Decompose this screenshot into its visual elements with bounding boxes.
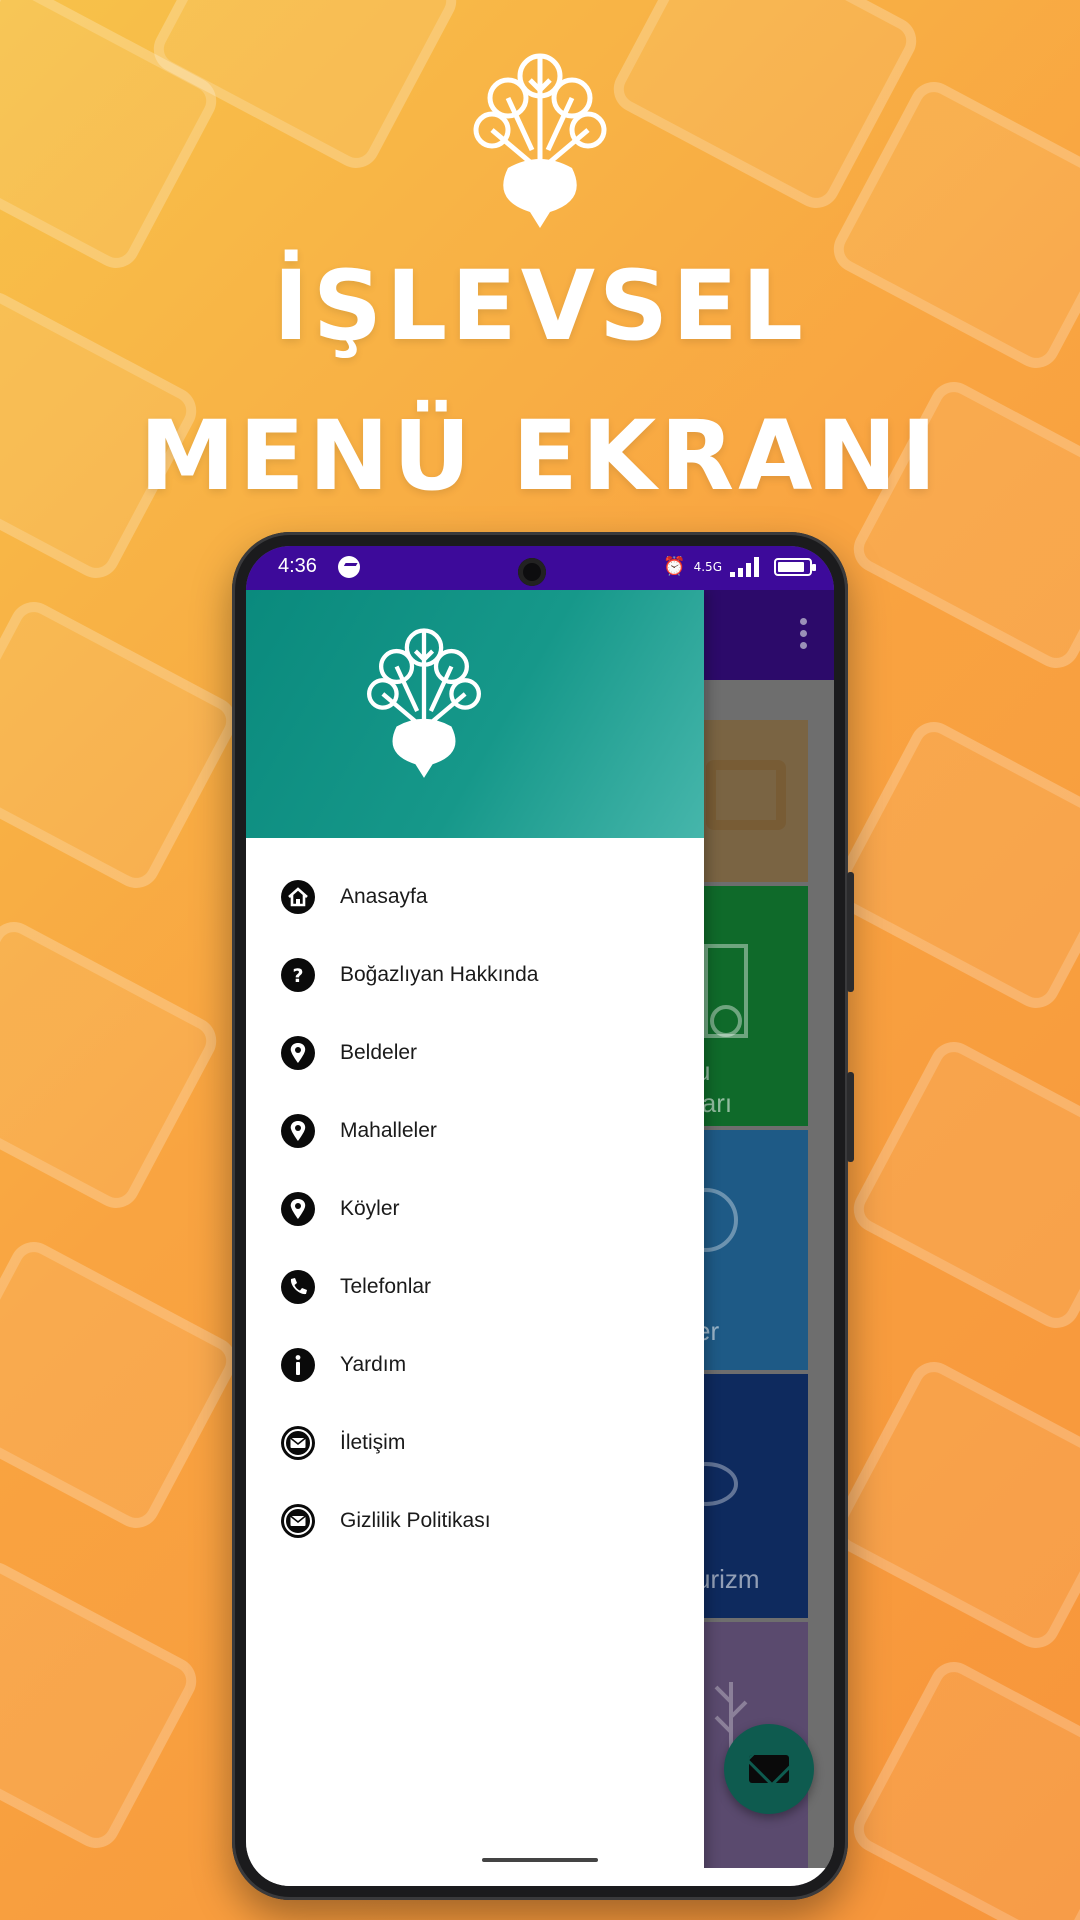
bg-card-4-label: urizm <box>696 1564 760 1594</box>
menu-item-yardim[interactable]: Yardım <box>246 1326 704 1404</box>
help-icon: ? <box>281 958 315 992</box>
overflow-menu-icon[interactable] <box>800 618 808 652</box>
phone-icon <box>281 1270 315 1304</box>
mail-icon <box>281 1426 315 1460</box>
menu-item-iletisim[interactable]: İletişim <box>246 1404 704 1482</box>
menu-item-label: Mahalleler <box>340 1119 437 1142</box>
info-icon <box>281 1348 315 1382</box>
hero-title-line2: MENÜ EKRANI <box>139 400 941 512</box>
menu-item-telefonlar[interactable]: Telefonlar <box>246 1248 704 1326</box>
network-type-label: 4.5G <box>693 560 722 574</box>
location-pin-icon <box>281 1192 315 1226</box>
beet-logo-icon <box>367 628 481 778</box>
hero-title-line1: İŞLEVSEL <box>273 250 807 362</box>
signal-icon <box>730 557 766 577</box>
menu-item-label: İletişim <box>340 1431 406 1454</box>
alarm-icon: ⏰ <box>663 556 686 577</box>
menu-item-label: Yardım <box>340 1353 407 1376</box>
menu-item-label: Telefonlar <box>340 1275 432 1298</box>
mail-fab-button[interactable] <box>724 1724 814 1814</box>
volume-button <box>847 872 854 992</box>
menu-item-beldeler[interactable]: Beldeler <box>246 1014 704 1092</box>
menu-item-gizlilik-politikasi[interactable]: Gizlilik Politikası <box>246 1482 704 1560</box>
menu-item-label: Köyler <box>340 1197 400 1220</box>
home-indicator[interactable] <box>482 1858 598 1862</box>
power-button <box>847 1072 854 1162</box>
menu-item-anasayfa[interactable]: Anasayfa <box>246 858 704 936</box>
bg-card-4: urizm <box>686 1374 808 1618</box>
navigation-bar <box>246 1868 834 1886</box>
front-camera <box>518 558 546 586</box>
bg-card-2: u ları <box>686 886 808 1126</box>
drawer-header <box>246 590 704 838</box>
status-time: 4:36 <box>278 555 317 577</box>
battery-icon <box>774 558 816 576</box>
mail-icon <box>281 1504 315 1538</box>
menu-item-koyler[interactable]: Köyler <box>246 1170 704 1248</box>
messenger-icon <box>338 556 360 578</box>
bg-card-1 <box>686 720 808 882</box>
svg-text:?: ? <box>292 965 303 987</box>
envelope-icon <box>749 1755 789 1783</box>
menu-item-label: Beldeler <box>340 1041 418 1064</box>
phone-mockup: 4:36 ⏰ 4.5G ları er urizm Anasayfa ? Boğ… <box>232 532 854 1900</box>
location-pin-icon <box>281 1036 315 1070</box>
menu-item-label: Anasayfa <box>340 885 428 908</box>
location-pin-icon <box>281 1114 315 1148</box>
menu-item-mahalleler[interactable]: Mahalleler <box>246 1092 704 1170</box>
menu-item-label: Gizlilik Politikası <box>340 1509 491 1532</box>
beet-logo-icon <box>473 53 607 228</box>
navigation-drawer: Anasayfa ? Boğazlıyan Hakkında Beldeler … <box>246 590 704 1886</box>
status-icons: ⏰ 4.5G <box>663 554 816 580</box>
phone-screen: 4:36 ⏰ 4.5G ları er urizm Anasayfa ? Boğ… <box>246 546 834 1886</box>
menu-item-bogazliyan-hakkinda[interactable]: ? Boğazlıyan Hakkında <box>246 936 704 1014</box>
bg-card-3: er <box>686 1130 808 1370</box>
menu-item-label: Boğazlıyan Hakkında <box>340 963 539 986</box>
home-icon <box>281 880 315 914</box>
drawer-menu: Anasayfa ? Boğazlıyan Hakkında Beldeler … <box>246 858 704 1560</box>
